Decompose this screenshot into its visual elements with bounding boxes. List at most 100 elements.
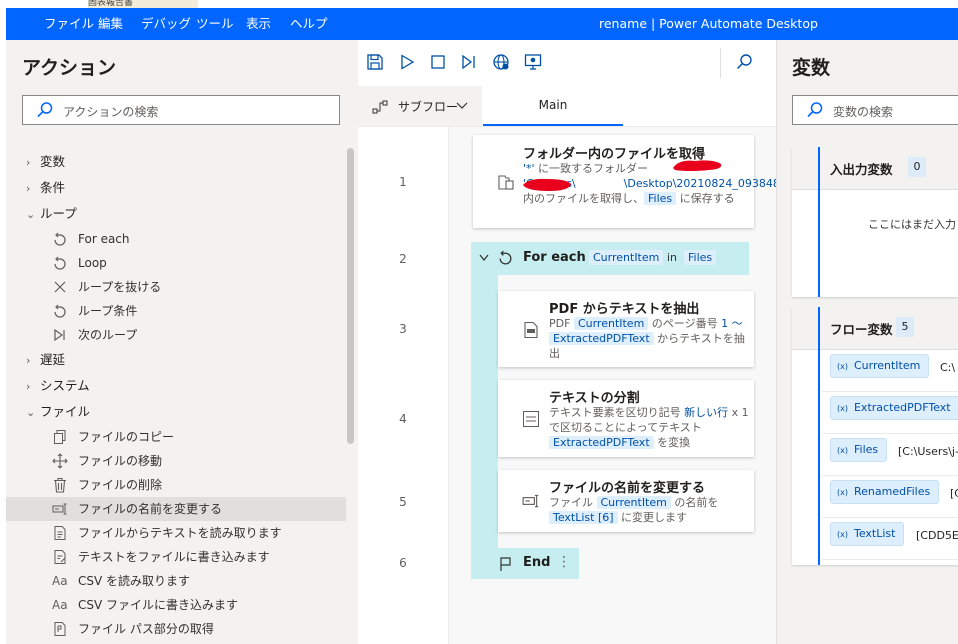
section-accent-line <box>818 147 820 297</box>
variable-value: [C:\Users\j- <box>898 445 958 458</box>
chevron-down-icon: ⌄ <box>26 406 36 419</box>
variable-chip[interactable]: (x) CurrentItem <box>830 354 930 378</box>
loop-icon <box>54 304 66 318</box>
variable-chip[interactable]: (x) ExtractedPDFText <box>830 396 958 420</box>
variable-row[interactable]: (x)TextList [CDD5E5 <box>822 517 958 560</box>
loop-body-indicator <box>471 275 498 548</box>
variable-value: C:\ <box>940 361 956 374</box>
end-keyword: End <box>523 555 551 570</box>
action-card-split-text[interactable]: テキストの分割 テキスト要素を区切り記号 新しい行 x 1 で区切ることによって… <box>498 380 754 457</box>
window-title: rename | Power Automate Desktop <box>599 16 818 31</box>
variables-panel-title: 変数 <box>792 57 831 79</box>
line-number: 1 <box>399 175 407 189</box>
variable-row[interactable]: (x)RenamedFiles [C <box>822 475 958 518</box>
tab-main[interactable]: Main <box>483 86 623 126</box>
category-conditionals[interactable]: › 条件 <box>26 178 65 198</box>
chevron-right-icon: › <box>26 156 31 169</box>
more-options-icon[interactable]: ⋮ <box>557 554 571 570</box>
action-card-get-files-in-folder[interactable]: フォルダー内のファイルを取得 '*' に一致するフォルダー 'C:\Users\… <box>473 135 830 228</box>
category-file[interactable]: ⌄ ファイル <box>26 402 90 422</box>
trash-icon <box>54 477 66 493</box>
save-icon[interactable] <box>366 53 384 71</box>
subflow-label: サブフロー <box>398 100 459 114</box>
category-wait[interactable]: › 遅延 <box>26 350 65 370</box>
action-title: ファイルの名前を変更する <box>549 481 706 496</box>
desktop-recorder-icon[interactable] <box>524 53 542 71</box>
chevron-down-icon[interactable] <box>479 254 489 262</box>
action-title: PDF からテキストを抽出 <box>549 302 700 317</box>
menu-file[interactable]: ファイル <box>44 8 94 40</box>
next-step-icon <box>54 328 65 342</box>
run-icon[interactable] <box>398 53 416 71</box>
category-loops[interactable]: ⌄ ループ <box>26 204 77 224</box>
subflow-icon <box>372 100 388 114</box>
variable-value: [CDD5E5 <box>916 529 958 542</box>
line-number: 5 <box>399 495 407 509</box>
line-number: 2 <box>399 252 407 266</box>
document-write-icon <box>54 550 66 564</box>
tab-active-indicator <box>483 124 623 126</box>
action-card-extract-text-from-pdf[interactable]: PDF からテキストを抽出 PDF CurrentItem のページ番号 1 〜… <box>498 291 754 367</box>
loop-variable-chip: CurrentItem <box>589 250 664 265</box>
menu-view[interactable]: 表示 <box>246 8 271 40</box>
variable-row[interactable]: (x) Files [C:\Users\j- <box>822 433 958 476</box>
chevron-down-icon <box>456 102 468 109</box>
for-each-block[interactable]: For each CurrentItem in Files <box>471 242 749 275</box>
subflow-dropdown[interactable]: サブフロー <box>358 86 482 126</box>
action-title: テキストの分割 <box>549 391 640 406</box>
background-window-strip: 固表報告書 <box>0 0 958 8</box>
io-variables-count: 0 <box>908 157 926 177</box>
variable-row[interactable]: (x) ExtractedPDFText <box>822 391 958 434</box>
flow-variables-header[interactable]: フロー変数 5 <box>792 307 958 350</box>
variable-chip[interactable]: (x) Files <box>830 438 888 462</box>
menu-help[interactable]: ヘルプ <box>290 8 328 40</box>
variable-row[interactable]: (x) CurrentItem C:\ <box>822 349 958 392</box>
category-system[interactable]: › システム <box>26 376 90 396</box>
action-description: PDF CurrentItem のページ番号 1 〜 ExtractedPDFT… <box>549 317 745 360</box>
variables-search-placeholder: 変数の検索 <box>833 105 894 119</box>
run-next-action-icon[interactable] <box>460 53 478 71</box>
actions-scrollbar[interactable] <box>347 148 354 444</box>
rename-icon <box>522 494 539 508</box>
variable-value: [C <box>950 487 958 500</box>
search-icon <box>37 102 53 118</box>
background-window-fragment: 固表報告書 <box>88 0 198 8</box>
search-icon[interactable] <box>735 53 753 71</box>
in-keyword: in <box>667 251 678 264</box>
flow-variables-section: フロー変数 5 (x) CurrentItem C:\ (x) ExtractedP… <box>792 307 958 565</box>
variable-chip[interactable]: (x) TextList <box>830 522 905 546</box>
move-icon <box>52 453 68 469</box>
menu-debug[interactable]: デバッグ <box>141 8 191 40</box>
rename-icon <box>52 503 67 515</box>
flow-variables-count: 5 <box>896 317 914 337</box>
loop-icon <box>499 250 512 265</box>
actions-panel-title: アクション <box>22 57 117 79</box>
io-variables-title: 入出力変数 <box>830 162 893 177</box>
split-text-icon <box>523 411 539 427</box>
action-card-rename-file[interactable]: ファイルの名前を変更する ファイル CurrentItem の名前を TextL… <box>498 470 754 532</box>
variable-chip[interactable]: (x) RenamedFiles <box>830 480 940 504</box>
io-variables-header[interactable]: 入出力変数 0 <box>792 147 958 190</box>
loop-list-chip: Files <box>684 250 717 265</box>
web-recorder-icon[interactable] <box>492 53 510 71</box>
line-number: 3 <box>399 322 407 336</box>
end-block[interactable]: End ⋮ <box>471 548 579 579</box>
search-icon <box>807 102 823 118</box>
loop-icon <box>54 232 66 246</box>
actions-search-input[interactable]: アクションの検索 <box>22 95 340 125</box>
title-bar: ファイル 編集 デバッグ ツール 表示 ヘルプ rename | Power A… <box>6 8 958 40</box>
category-variables[interactable]: › 変数 <box>26 152 65 172</box>
menu-edit[interactable]: 編集 <box>98 8 123 40</box>
text-aa-icon: Aa <box>52 598 68 612</box>
menu-tools[interactable]: ツール <box>196 8 234 40</box>
action-description: テキスト要素を区切り記号 新しい行 x 1 で区切ることによってテキスト Ext… <box>549 406 749 449</box>
action-description: ファイル CurrentItem の名前を TextList [6] に変更しま… <box>549 496 719 524</box>
chevron-right-icon: › <box>26 182 31 195</box>
stop-icon[interactable] <box>429 53 447 71</box>
flow-variables-title: フロー変数 <box>830 322 893 337</box>
loop-icon <box>54 256 66 270</box>
copy-file-icon <box>54 430 66 444</box>
chevron-right-icon: › <box>26 380 31 393</box>
for-each-keyword: For each <box>523 250 586 265</box>
variables-search-input[interactable]: 変数の検索 <box>792 95 958 125</box>
